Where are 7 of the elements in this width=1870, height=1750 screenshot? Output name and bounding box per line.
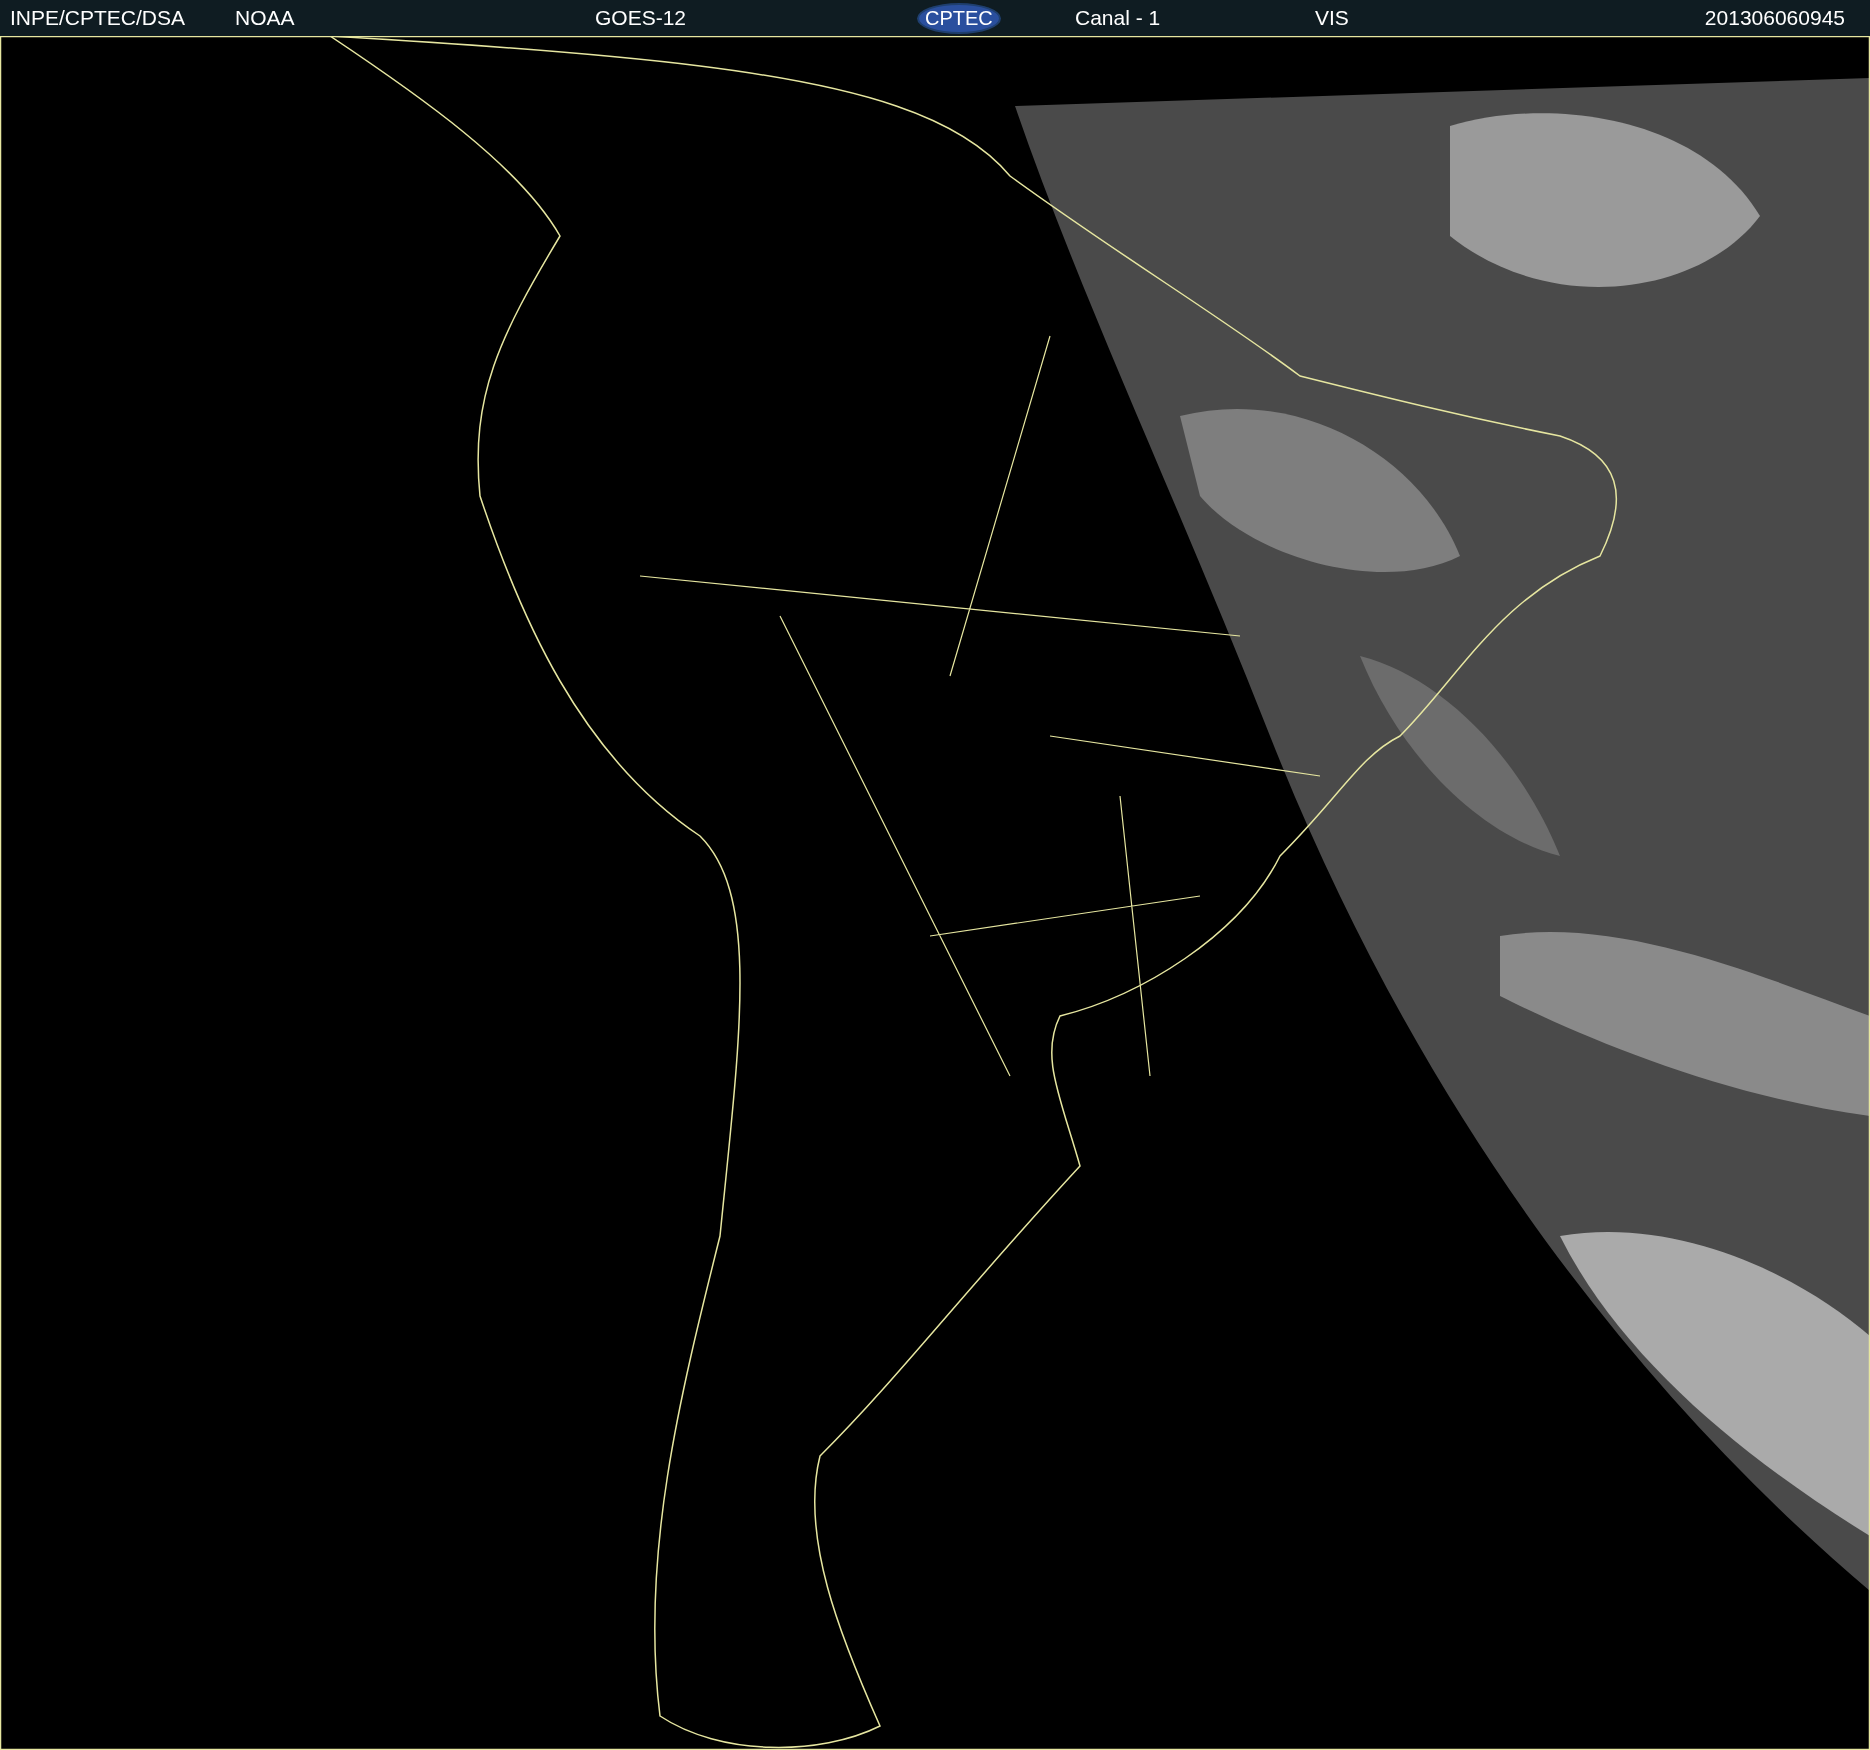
logo: CPTEC xyxy=(917,2,1001,34)
header-text: 201306060945 xyxy=(1704,6,1845,30)
header-text: VIS xyxy=(1315,6,1349,30)
header-text: NOAA xyxy=(235,6,295,30)
header-text: Canal - 1 xyxy=(1075,6,1161,30)
header-text: INPE/CPTEC/DSA xyxy=(10,6,186,30)
header-text: GOES-12 xyxy=(595,6,687,30)
